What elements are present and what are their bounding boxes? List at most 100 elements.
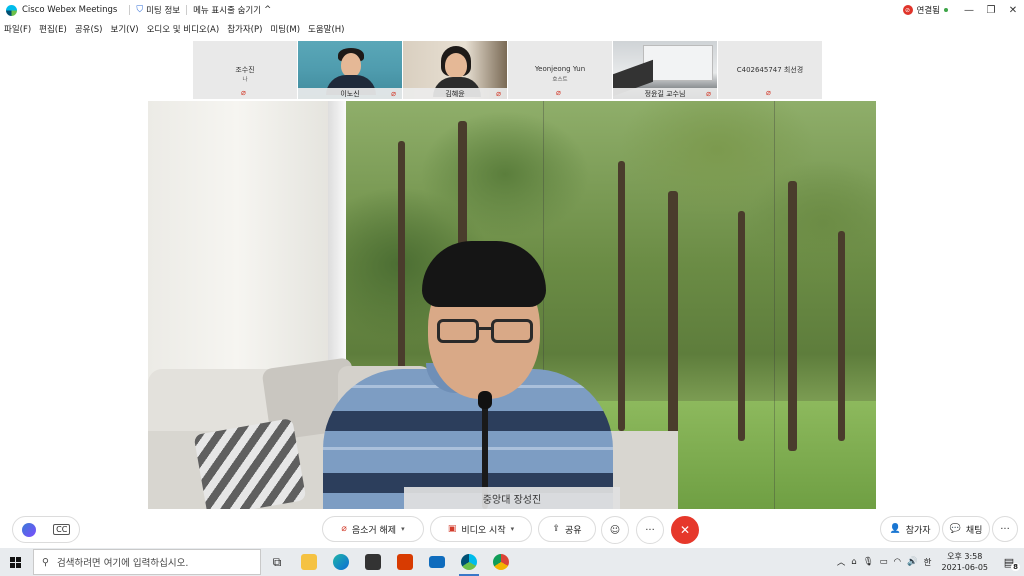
participant-tile[interactable]: 조수진 나 ⌀ bbox=[193, 41, 297, 99]
windows-taskbar: ⚲ 검색하려면 여기에 입력하십시오. ⧉ ︿ ⌂ 🎙 ▭ ◠ 🔊 한 오후 3… bbox=[0, 548, 1024, 576]
menu-participant[interactable]: 참가자(P) bbox=[227, 23, 262, 35]
participants-button[interactable]: 👤 참가자 bbox=[880, 516, 940, 542]
speaker-name-label: 중앙대 장성진 bbox=[404, 487, 620, 509]
video-background bbox=[738, 211, 745, 441]
menu-bar: 파일(F) 편집(E) 공유(S) 보기(V) 오디오 및 비디오(A) 참가자… bbox=[0, 21, 353, 37]
title-divider bbox=[129, 5, 131, 15]
mic-muted-icon: ⌀ bbox=[241, 88, 246, 97]
participant-name: 김혜윤 bbox=[445, 89, 465, 98]
network-icon[interactable]: ⌂ bbox=[851, 557, 856, 567]
file-explorer-button[interactable] bbox=[293, 548, 325, 576]
participants-label: 참가자 bbox=[905, 525, 931, 536]
menu-help[interactable]: 도움말(H) bbox=[308, 23, 344, 35]
person-icon: 👤 bbox=[889, 524, 901, 534]
share-button[interactable]: ⇪ 공유 bbox=[538, 516, 596, 542]
task-view-button[interactable]: ⧉ bbox=[261, 548, 293, 576]
chrome-icon bbox=[493, 554, 509, 570]
participant-tile[interactable]: Yeonjeong Yun 호스트 ⌀ bbox=[508, 41, 612, 99]
clock-date: 2021-06-05 bbox=[941, 563, 989, 572]
end-meeting-button[interactable]: ✕ bbox=[671, 516, 699, 544]
chat-button[interactable]: 💬 채팅 bbox=[942, 516, 990, 542]
participant-tile[interactable]: 이노신 ⌀ bbox=[298, 41, 402, 99]
chevron-down-icon[interactable]: ▾ bbox=[401, 525, 405, 533]
video-background bbox=[618, 161, 625, 431]
menu-file[interactable]: 파일(F) bbox=[4, 23, 31, 35]
connection-status[interactable]: 연결됨 bbox=[917, 4, 940, 16]
video-background bbox=[774, 101, 775, 509]
assistant-button[interactable]: CC bbox=[12, 516, 80, 543]
wifi-icon[interactable]: ◠ bbox=[894, 557, 901, 567]
chrome-button[interactable] bbox=[485, 548, 517, 576]
mic-muted-icon: ⌀ bbox=[341, 524, 347, 534]
microphone-icon[interactable]: 🎙 bbox=[863, 557, 874, 567]
participant-name: C402645747 최선경 bbox=[736, 66, 804, 74]
unmute-label: 음소거 해제 bbox=[351, 525, 397, 536]
emoji-icon: ☺ bbox=[609, 524, 621, 536]
office-button[interactable] bbox=[389, 548, 421, 576]
participant-name: Yeonjeong Yun bbox=[534, 65, 586, 73]
participant-video bbox=[643, 45, 713, 81]
chevron-up-icon[interactable]: ︿ bbox=[837, 556, 846, 568]
system-tray: ︿ ⌂ 🎙 ▭ ◠ 🔊 한 오후 3:58 2021-06-05 ▤ 8 bbox=[837, 548, 1024, 576]
closed-captions-icon[interactable]: CC bbox=[53, 524, 71, 535]
store-icon bbox=[365, 554, 381, 570]
menu-view[interactable]: 보기(V) bbox=[111, 23, 139, 35]
panel-more-button[interactable]: ··· bbox=[992, 516, 1018, 542]
shield-icon[interactable]: ⛉ bbox=[136, 5, 143, 15]
participant-video bbox=[341, 53, 361, 77]
connected-dot-icon bbox=[944, 8, 948, 12]
edge-button[interactable] bbox=[325, 548, 357, 576]
battery-icon[interactable]: ▭ bbox=[880, 557, 888, 567]
taskbar-search[interactable]: ⚲ 검색하려면 여기에 입력하십시오. bbox=[33, 549, 261, 575]
connection-icon[interactable]: ⊘ bbox=[902, 5, 913, 15]
participant-tile[interactable]: 김혜윤 ⌀ bbox=[403, 41, 507, 99]
participant-name-bar: 정윤길 교수님 ⌀ bbox=[613, 88, 717, 99]
notification-center-button[interactable]: ▤ 8 bbox=[998, 556, 1020, 571]
participant-role: 나 bbox=[242, 77, 248, 83]
chat-label: 채팅 bbox=[965, 525, 983, 536]
store-button[interactable] bbox=[357, 548, 389, 576]
chevron-up-icon: ^ bbox=[264, 5, 272, 15]
reactions-button[interactable]: ☺ bbox=[601, 516, 629, 544]
unmute-button[interactable]: ⌀ 음소거 해제 ▾ bbox=[322, 516, 424, 542]
clock[interactable]: 오후 3:58 2021-06-05 bbox=[942, 551, 989, 573]
chat-icon: 💬 bbox=[949, 524, 961, 534]
more-icon: ··· bbox=[1000, 523, 1010, 535]
mic-muted-icon: ⌀ bbox=[496, 89, 501, 98]
folder-icon bbox=[301, 554, 317, 570]
start-video-button[interactable]: ▣ 비디오 시작 ▾ bbox=[430, 516, 532, 542]
participant-tile[interactable]: C402645747 최선경 ⌀ bbox=[718, 41, 822, 99]
participant-name-bar: 김혜윤 ⌀ bbox=[403, 88, 507, 99]
participant-tile[interactable]: 정윤길 교수님 ⌀ bbox=[613, 41, 717, 99]
menu-edit[interactable]: 편집(E) bbox=[39, 23, 67, 35]
menu-toggle-button[interactable]: 메뉴 표시줄 숨기기 ^ bbox=[193, 4, 271, 16]
mail-button[interactable] bbox=[421, 548, 453, 576]
speaker-figure bbox=[437, 319, 479, 343]
mic-muted-icon: ⌀ bbox=[706, 89, 711, 98]
close-button[interactable]: ✕ bbox=[1002, 5, 1024, 16]
speaker-figure bbox=[491, 319, 533, 343]
share-label: 공유 bbox=[564, 525, 582, 536]
menu-share[interactable]: 공유(S) bbox=[75, 23, 103, 35]
mic-muted-icon: ⌀ bbox=[766, 88, 771, 97]
more-icon: ··· bbox=[645, 524, 655, 536]
volume-icon[interactable]: 🔊 bbox=[907, 557, 918, 567]
menu-meeting[interactable]: 미팅(M) bbox=[270, 23, 300, 35]
participant-name: 조수진 bbox=[235, 66, 255, 74]
restore-button[interactable]: ❐ bbox=[980, 5, 1002, 16]
chevron-down-icon[interactable]: ▾ bbox=[511, 525, 515, 533]
participant-name-bar: 이노신 ⌀ bbox=[298, 88, 402, 99]
ime-indicator[interactable]: 한 bbox=[924, 556, 932, 568]
mail-icon bbox=[429, 556, 445, 568]
menu-audio-video[interactable]: 오디오 및 비디오(A) bbox=[147, 23, 220, 35]
active-speaker-video[interactable]: 중앙대 장성진 bbox=[148, 101, 876, 509]
participant-name: 정윤길 교수님 bbox=[644, 89, 686, 98]
start-button[interactable] bbox=[0, 556, 30, 568]
edge-icon bbox=[333, 554, 349, 570]
meeting-info-button[interactable]: 미팅 정보 bbox=[146, 4, 180, 16]
share-icon: ⇪ bbox=[552, 524, 560, 534]
video-background bbox=[193, 417, 307, 509]
webex-taskbar-button[interactable] bbox=[453, 548, 485, 576]
minimize-button[interactable]: — bbox=[958, 5, 980, 16]
more-options-button[interactable]: ··· bbox=[636, 516, 664, 544]
